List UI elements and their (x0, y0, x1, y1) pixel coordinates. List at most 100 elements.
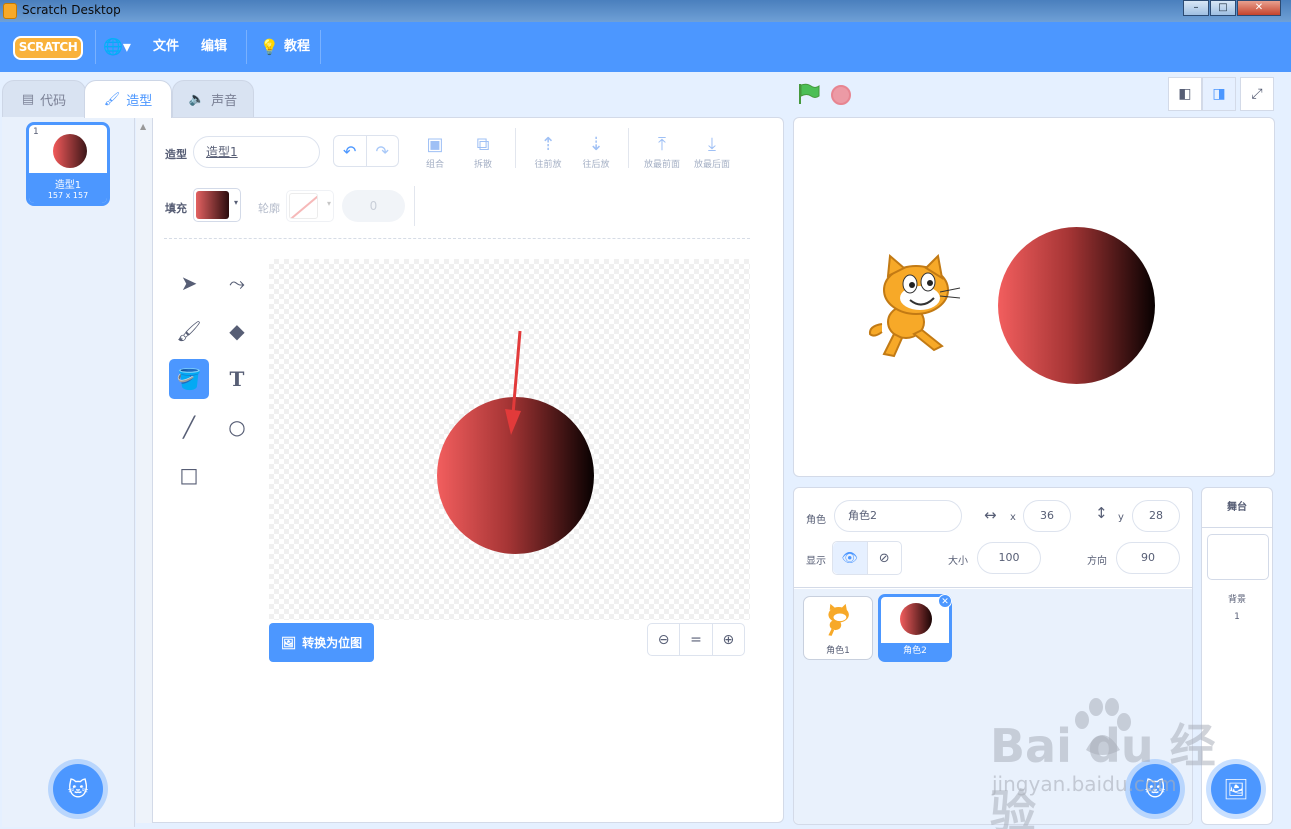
menu-bar: SCRATCH 🌐▾ 文件 编辑 💡 教程 (0, 22, 1291, 72)
tab-sounds-label: 声音 (211, 93, 238, 109)
x-input[interactable]: 36 (1023, 500, 1071, 532)
sprite-tile-2[interactable]: ✕ 角色2 (878, 594, 952, 662)
zoom-out-icon[interactable]: ⊖ (648, 624, 679, 655)
sprite-tile-label: 角色1 (826, 646, 850, 656)
front-label: 放最前面 (643, 160, 680, 170)
eye-slash-icon[interactable]: ⊘ (866, 542, 902, 574)
eye-icon[interactable]: 👁 (833, 542, 867, 574)
delete-sprite-icon[interactable]: ✕ (938, 594, 952, 608)
arrow-bottom-icon: ⤓ (708, 134, 716, 155)
show-label: 显示 (806, 556, 826, 567)
cat-thumbnail-icon (828, 603, 849, 636)
zoom-in-icon[interactable]: ⊕ (711, 624, 744, 655)
circle-icon: ○ (228, 415, 246, 439)
menu-divider (320, 30, 321, 64)
front-button[interactable]: ⤒ 放最前面 (636, 133, 688, 175)
line-icon: ╱ (182, 415, 196, 439)
outline-width-input[interactable]: 0 (342, 190, 405, 222)
large-stage-button[interactable]: ◨ (1202, 77, 1236, 111)
rectangle-tool[interactable]: □ (169, 455, 209, 495)
convert-to-bitmap-button[interactable]: 🖼 转换为位图 (269, 623, 374, 662)
choose-backdrop-button[interactable]: 🖼 (1211, 764, 1261, 814)
toolbar-divider (628, 128, 629, 168)
ungroup-icon: ⧉ (476, 134, 490, 155)
small-stage-icon: ◧ (1178, 86, 1192, 102)
language-globe-icon[interactable]: 🌐▾ (103, 22, 131, 72)
maximize-button[interactable]: □ (1210, 0, 1236, 16)
circle-tool[interactable]: ○ (217, 407, 257, 447)
lightbulb-icon[interactable]: 💡 (260, 22, 279, 72)
redo-icon[interactable]: ↷ (365, 136, 399, 166)
tab-costumes-label: 造型 (126, 94, 153, 109)
small-stage-button[interactable]: ◧ (1168, 77, 1202, 111)
choose-sprite-button[interactable]: 🐱 (1130, 764, 1180, 814)
back-label: 放最后面 (693, 160, 730, 170)
menu-divider (246, 30, 247, 64)
text-tool[interactable]: T (217, 359, 257, 399)
sprite-name-input[interactable]: 角色2 (834, 500, 962, 532)
costume-item[interactable]: 1 造型1 157 x 157 (26, 122, 110, 206)
scroll-up-icon[interactable]: ▲ (140, 122, 146, 131)
tab-costumes[interactable]: 🖌 造型 (84, 80, 172, 118)
paint-canvas[interactable] (269, 259, 750, 620)
ungroup-label: 拆散 (473, 160, 492, 170)
reshape-pointer-icon: ⤳ (229, 271, 245, 295)
backward-button[interactable]: ⇣ 往后放 (571, 133, 621, 175)
speaker-icon: 🔈 (188, 91, 206, 107)
fullscreen-button[interactable]: ⤢ (1240, 77, 1274, 111)
paint-bucket-icon: 🪣 (176, 367, 202, 391)
image-icon: 🖼 (280, 635, 297, 650)
fill-tool[interactable]: 🪣 (169, 359, 209, 399)
close-window-button[interactable]: ✕ (1237, 0, 1281, 16)
brush-tool[interactable]: 🖌 (169, 311, 209, 351)
choose-costume-button[interactable]: 🐱 (53, 764, 103, 814)
undo-icon[interactable]: ↶ (334, 136, 366, 166)
sprite-tile-1[interactable]: 角色1 (803, 596, 873, 660)
select-tool[interactable]: ➤ (169, 263, 209, 303)
brush-icon: 🖌 (176, 319, 202, 343)
stage[interactable] (793, 117, 1275, 477)
text-t-icon: T (229, 367, 245, 391)
fill-color-picker[interactable]: ▾ (193, 188, 241, 222)
back-button[interactable]: ⤓ 放最后面 (686, 133, 738, 175)
direction-label: 方向 (1087, 556, 1107, 567)
tab-code[interactable]: ▤ 代码 (2, 80, 86, 118)
costume-list-scrollbar[interactable]: ▲ (136, 118, 152, 823)
horizontal-arrows-icon: ↔ (984, 506, 997, 524)
stop-sign-icon[interactable] (831, 85, 851, 105)
fill-label: 填充 (165, 202, 187, 215)
backdrops-count: 1 (1234, 612, 1240, 622)
costume-name: 造型1 (54, 180, 82, 191)
scratch-logo[interactable]: SCRATCH (13, 36, 83, 60)
menu-file[interactable]: 文件 (153, 22, 179, 72)
cat-plus-icon: 🐱 (1144, 777, 1166, 801)
green-flag-icon[interactable] (797, 83, 821, 105)
line-tool[interactable]: ╱ (169, 407, 209, 447)
menu-tutorials[interactable]: 教程 (284, 22, 310, 72)
reshape-tool[interactable]: ⤳ (217, 263, 257, 303)
zoom-controls: ⊖ = ⊕ (647, 623, 745, 656)
undo-redo-group: ↶ ↷ (333, 135, 399, 167)
direction-input[interactable]: 90 (1116, 542, 1180, 574)
group-button[interactable]: ▣ 组合 (410, 133, 460, 175)
costume-name-input[interactable]: 造型1 (193, 136, 320, 168)
y-input[interactable]: 28 (1132, 500, 1180, 532)
arrow-up-icon: ⇡ (540, 134, 556, 155)
tab-sounds[interactable]: 🔈 声音 (172, 80, 254, 118)
cat-sprite-icon[interactable] (864, 254, 964, 359)
costume-size: 157 x 157 (47, 191, 89, 200)
fullscreen-icon: ⤢ (1251, 86, 1263, 102)
menu-edit[interactable]: 编辑 (201, 22, 227, 72)
outline-color-picker[interactable]: ▾ (286, 190, 334, 222)
stage-ball-sprite[interactable] (998, 227, 1155, 384)
forward-button[interactable]: ⇡ 往前放 (523, 133, 573, 175)
zoom-reset-icon[interactable]: = (679, 624, 711, 655)
costume-thumbnail (53, 134, 87, 168)
group-label: 组合 (425, 160, 444, 170)
backdrop-thumbnail (1207, 534, 1269, 580)
ungroup-button[interactable]: ⧉ 拆散 (458, 133, 508, 175)
menu-divider (95, 30, 96, 64)
size-input[interactable]: 100 (977, 542, 1041, 574)
eraser-tool[interactable]: ◆ (217, 311, 257, 351)
minimize-button[interactable]: – (1183, 0, 1209, 16)
